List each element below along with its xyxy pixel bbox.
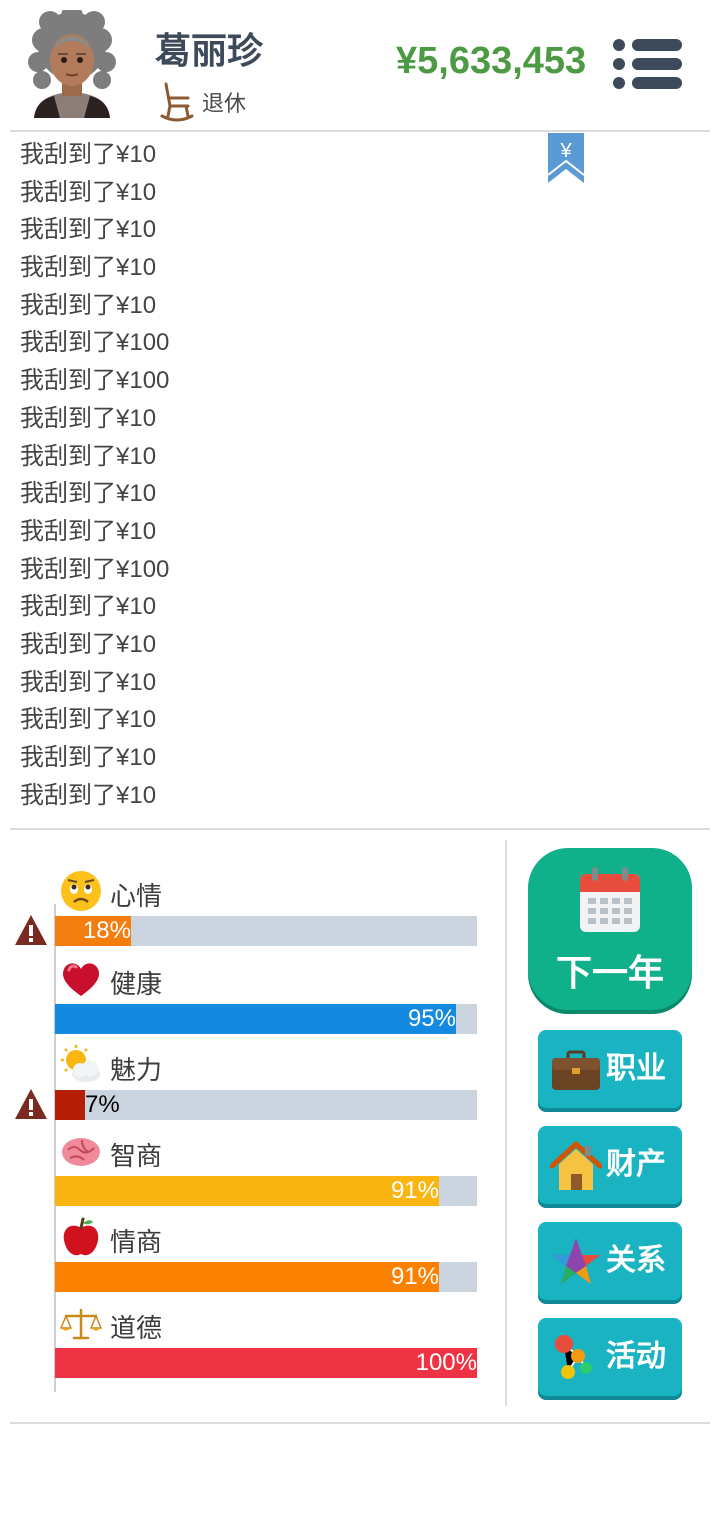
log-line: 我刮到了¥10 [20, 442, 157, 470]
stat-bar: 7% [55, 1090, 477, 1120]
sun-cloud-icon [61, 1045, 100, 1082]
hamburger-menu-icon [613, 39, 682, 89]
log-line: 我刮到了¥10 [20, 141, 157, 168]
property-label: 财产 [606, 1147, 666, 1182]
log-line: 我刮到了¥10 [20, 781, 157, 809]
status-label: 退休 [202, 92, 247, 117]
star-icon [552, 1238, 600, 1284]
relations-label: 关系 [606, 1243, 666, 1278]
scales-icon [60, 1308, 102, 1340]
log-line: 我刮到了¥10 [20, 668, 157, 696]
stat-percent: 95% [407, 1005, 456, 1032]
stat-bar: 91% [55, 1176, 477, 1206]
log-line: 我刮到了¥10 [20, 291, 157, 319]
worried-face-icon [61, 871, 101, 911]
stat-bar: 18% [55, 916, 477, 946]
log-divider [10, 828, 710, 830]
career-button[interactable]: 职业 [538, 1030, 682, 1108]
career-label: 职业 [606, 1051, 666, 1086]
log-line: 我刮到了¥10 [20, 178, 157, 206]
activities-button[interactable]: 活动 [538, 1318, 682, 1396]
stat-percent: 91% [390, 1177, 439, 1204]
menu-button[interactable] [612, 38, 684, 90]
log-line: 我刮到了¥10 [20, 706, 157, 734]
log-line: 我刮到了¥100 [20, 367, 170, 395]
apple-icon [63, 1217, 99, 1256]
stat-percent: 18% [82, 917, 131, 944]
stat-label: 智商 [110, 1142, 163, 1172]
money-bookmark[interactable]: ¥ [547, 133, 585, 185]
calendar-icon [580, 867, 640, 932]
log-line: 我刮到了¥10 [20, 480, 157, 508]
stat-bar-fill [55, 1090, 85, 1120]
character-name: 葛丽珍 [155, 31, 264, 72]
log-line: 我刮到了¥10 [20, 254, 157, 282]
stat-mood: 心情 18% [0, 870, 500, 956]
warning-icon [15, 915, 47, 945]
header: 葛丽珍 退休 ¥5,633,453 [0, 0, 720, 130]
stat-eq: 情商 91% [0, 1216, 500, 1302]
stat-bar-fill [55, 1004, 456, 1034]
yen-bookmark-icon: ¥ [547, 133, 585, 183]
stat-label: 情商 [110, 1228, 163, 1258]
log-line: 我刮到了¥10 [20, 744, 157, 771]
stat-percent: 7% [85, 1091, 120, 1118]
relations-button[interactable]: 关系 [538, 1222, 682, 1300]
stat-label: 心情 [110, 882, 163, 912]
molecule-icon [555, 1335, 592, 1379]
stat-health: 健康 95% [0, 958, 500, 1044]
stat-percent: 100% [415, 1349, 477, 1376]
log-line: 我刮到了¥10 [20, 404, 157, 432]
stat-bar-fill [55, 1348, 477, 1378]
stat-bar: 100% [55, 1348, 477, 1378]
bookmark-symbol: ¥ [559, 140, 572, 162]
briefcase-icon [552, 1050, 600, 1090]
stat-morality: 道德 100% [0, 1302, 500, 1388]
stat-label: 健康 [110, 970, 163, 1000]
panel-separator [505, 840, 507, 1406]
log-line: 我刮到了¥100 [20, 555, 170, 583]
property-button[interactable]: 财产 [538, 1126, 682, 1204]
avatar[interactable] [26, 5, 118, 118]
bottom-divider [10, 1422, 710, 1424]
log-line: 我刮到了¥10 [20, 593, 157, 621]
activities-label: 活动 [606, 1339, 666, 1374]
stat-bar: 91% [55, 1262, 477, 1292]
header-divider [10, 130, 710, 132]
log-line: 我刮到了¥100 [20, 329, 170, 357]
stat-iq: 智商 91% [0, 1130, 500, 1216]
stat-label: 道德 [110, 1314, 163, 1344]
stat-bar-fill [55, 1262, 439, 1292]
next-year-label: 下一年 [555, 953, 664, 994]
stat-percent: 91% [390, 1263, 439, 1290]
warning-icon [15, 1089, 47, 1119]
log-line: 我刮到了¥10 [20, 630, 157, 658]
log-line: 我刮到了¥10 [20, 216, 157, 244]
status-row: 退休 [160, 80, 246, 124]
stat-bar: 95% [55, 1004, 477, 1034]
event-log: 我刮到了¥10 我刮到了¥10 我刮到了¥10 我刮到了¥10 我刮到了¥10 … [20, 136, 540, 814]
stat-bar-fill [55, 1176, 439, 1206]
stat-label: 魅力 [110, 1056, 163, 1086]
log-line: 我刮到了¥10 [20, 517, 157, 545]
house-icon [550, 1141, 602, 1190]
money-balance: ¥5,633,453 [396, 40, 587, 82]
brain-icon [62, 1138, 100, 1166]
stats-panel: 心情 18% 健康 95% 魅力 7% 智商 91% 情商 91% 道德 100… [0, 840, 500, 1400]
stat-charm: 魅力 7% [0, 1044, 500, 1130]
heart-icon [62, 963, 100, 996]
next-year-button[interactable]: 下一年 [528, 848, 692, 1010]
rocking-chair-icon [160, 82, 194, 122]
